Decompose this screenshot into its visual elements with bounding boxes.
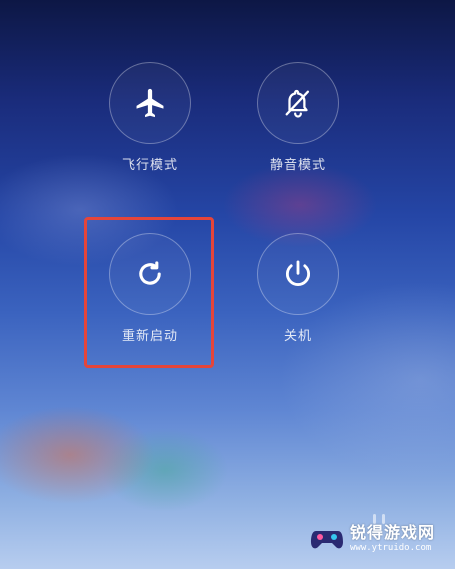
power-off-option[interactable]: 关机 — [253, 233, 343, 344]
power-off-button[interactable] — [257, 233, 339, 315]
silent-mode-label: 静音模式 — [269, 158, 326, 173]
watermark-title: 锐得游戏网 — [350, 523, 436, 542]
airplane-mode-toggle[interactable]: 飞行模式 — [105, 62, 195, 173]
airplane-mode-button[interactable] — [109, 62, 191, 144]
restart-option[interactable]: 重新启动 — [105, 233, 195, 344]
restart-label: 重新启动 — [121, 329, 178, 344]
power-icon — [286, 260, 310, 286]
airplane-icon — [136, 88, 164, 118]
power-off-label: 关机 — [283, 329, 312, 344]
airplane-mode-label: 飞行模式 — [121, 158, 178, 173]
restart-icon — [139, 261, 161, 285]
watermark-url: www.ytruido.com — [350, 543, 432, 553]
restart-button[interactable] — [109, 233, 191, 315]
silent-mode-toggle[interactable]: 静音模式 — [253, 62, 343, 173]
silent-mode-button[interactable] — [257, 62, 339, 144]
wallpaper-background — [0, 0, 455, 569]
bell-off-icon — [285, 89, 310, 118]
gamepad-logo-icon — [311, 531, 343, 549]
site-watermark: 锐得游戏网 www.ytruido.com — [310, 515, 450, 563]
